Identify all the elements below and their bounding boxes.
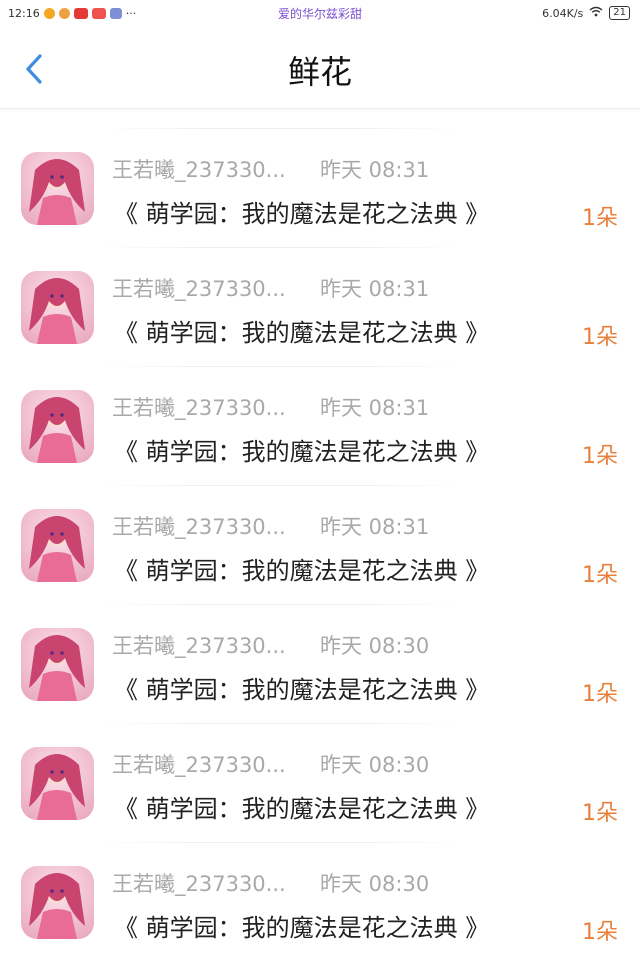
book-title: 《 萌学园：我的魔法是花之法典 》 bbox=[114, 914, 490, 942]
send-time: 昨天 08:31 bbox=[320, 277, 430, 301]
flower-record-list: 王若曦_237330... 昨天 08:31 《 萌学园：我的魔法是花之法典 》… bbox=[0, 108, 640, 945]
avatar[interactable] bbox=[21, 271, 94, 344]
list-item[interactable]: 王若曦_237330... 昨天 08:31 《 萌学园：我的魔法是花之法典 》… bbox=[0, 108, 640, 231]
avatar[interactable] bbox=[21, 628, 94, 701]
avatar[interactable] bbox=[21, 747, 94, 820]
sender-name: 王若曦_237330... bbox=[112, 396, 286, 420]
send-time: 昨天 08:30 bbox=[320, 753, 430, 777]
more-notifications-icon: ··· bbox=[125, 6, 137, 20]
status-left: 12:16 ··· bbox=[0, 7, 136, 20]
sender-name: 王若曦_237330... bbox=[112, 515, 286, 539]
sender-name: 王若曦_237330... bbox=[112, 277, 286, 301]
shop-notification-icon bbox=[91, 7, 106, 19]
sender-name: 王若曦_237330... bbox=[112, 634, 286, 658]
list-item[interactable]: 王若曦_237330... 昨天 08:30 《 萌学园：我的魔法是花之法典 》… bbox=[0, 703, 640, 826]
sender-name: 王若曦_237330... bbox=[112, 753, 286, 777]
avatar[interactable] bbox=[21, 152, 94, 225]
message-notification-icon bbox=[58, 7, 70, 19]
divider bbox=[100, 247, 460, 248]
wifi-icon bbox=[589, 6, 603, 20]
divider bbox=[100, 604, 460, 605]
avatar[interactable] bbox=[21, 390, 94, 463]
book-title: 《 萌学园：我的魔法是花之法典 》 bbox=[114, 795, 490, 823]
sender-name: 王若曦_237330... bbox=[112, 872, 286, 896]
weibo-notification-icon bbox=[43, 7, 55, 19]
divider bbox=[100, 723, 460, 724]
navigation-bar: 鲜花 bbox=[0, 26, 640, 109]
book-title: 《 萌学园：我的魔法是花之法典 》 bbox=[114, 557, 490, 585]
flower-amount: 1朵 bbox=[582, 920, 618, 945]
book-title: 《 萌学园：我的魔法是花之法典 》 bbox=[114, 319, 490, 347]
network-speed: 6.04K/s bbox=[542, 6, 584, 20]
list-item[interactable]: 王若曦_237330... 昨天 08:31 《 萌学园：我的魔法是花之法典 》… bbox=[0, 346, 640, 469]
divider bbox=[100, 842, 460, 843]
page-title: 鲜花 bbox=[287, 53, 352, 91]
send-time: 昨天 08:31 bbox=[320, 158, 430, 182]
book-title: 《 萌学园：我的魔法是花之法典 》 bbox=[114, 438, 490, 466]
divider bbox=[100, 128, 460, 129]
status-right: 6.04K/s 21 bbox=[542, 6, 640, 20]
divider bbox=[100, 366, 460, 367]
app-notification-icon bbox=[73, 7, 88, 19]
send-time: 昨天 08:31 bbox=[320, 515, 430, 539]
divider bbox=[100, 485, 460, 486]
avatar[interactable] bbox=[21, 509, 94, 582]
list-item[interactable]: 王若曦_237330... 昨天 08:31 《 萌学园：我的魔法是花之法典 》… bbox=[0, 465, 640, 588]
send-time: 昨天 08:31 bbox=[320, 396, 430, 420]
list-item[interactable]: 王若曦_237330... 昨天 08:30 《 萌学园：我的魔法是花之法典 》… bbox=[0, 584, 640, 707]
status-time: 12:16 bbox=[8, 6, 40, 20]
list-item[interactable]: 王若曦_237330... 昨天 08:30 《 萌学园：我的魔法是花之法典 》… bbox=[0, 822, 640, 945]
send-time: 昨天 08:30 bbox=[320, 872, 430, 896]
sender-name: 王若曦_237330... bbox=[112, 158, 286, 182]
book-title: 《 萌学园：我的魔法是花之法典 》 bbox=[114, 676, 490, 704]
avatar[interactable] bbox=[21, 866, 94, 939]
book-title: 《 萌学园：我的魔法是花之法典 》 bbox=[114, 200, 490, 228]
send-time: 昨天 08:30 bbox=[320, 634, 430, 658]
battery-indicator: 21 bbox=[609, 6, 630, 20]
gallery-notification-icon bbox=[109, 7, 122, 19]
list-item[interactable]: 王若曦_237330... 昨天 08:31 《 萌学园：我的魔法是花之法典 》… bbox=[0, 227, 640, 350]
status-bar: 12:16 ··· 爱的华尔兹彩甜 6.04K/s 21 bbox=[0, 0, 640, 26]
